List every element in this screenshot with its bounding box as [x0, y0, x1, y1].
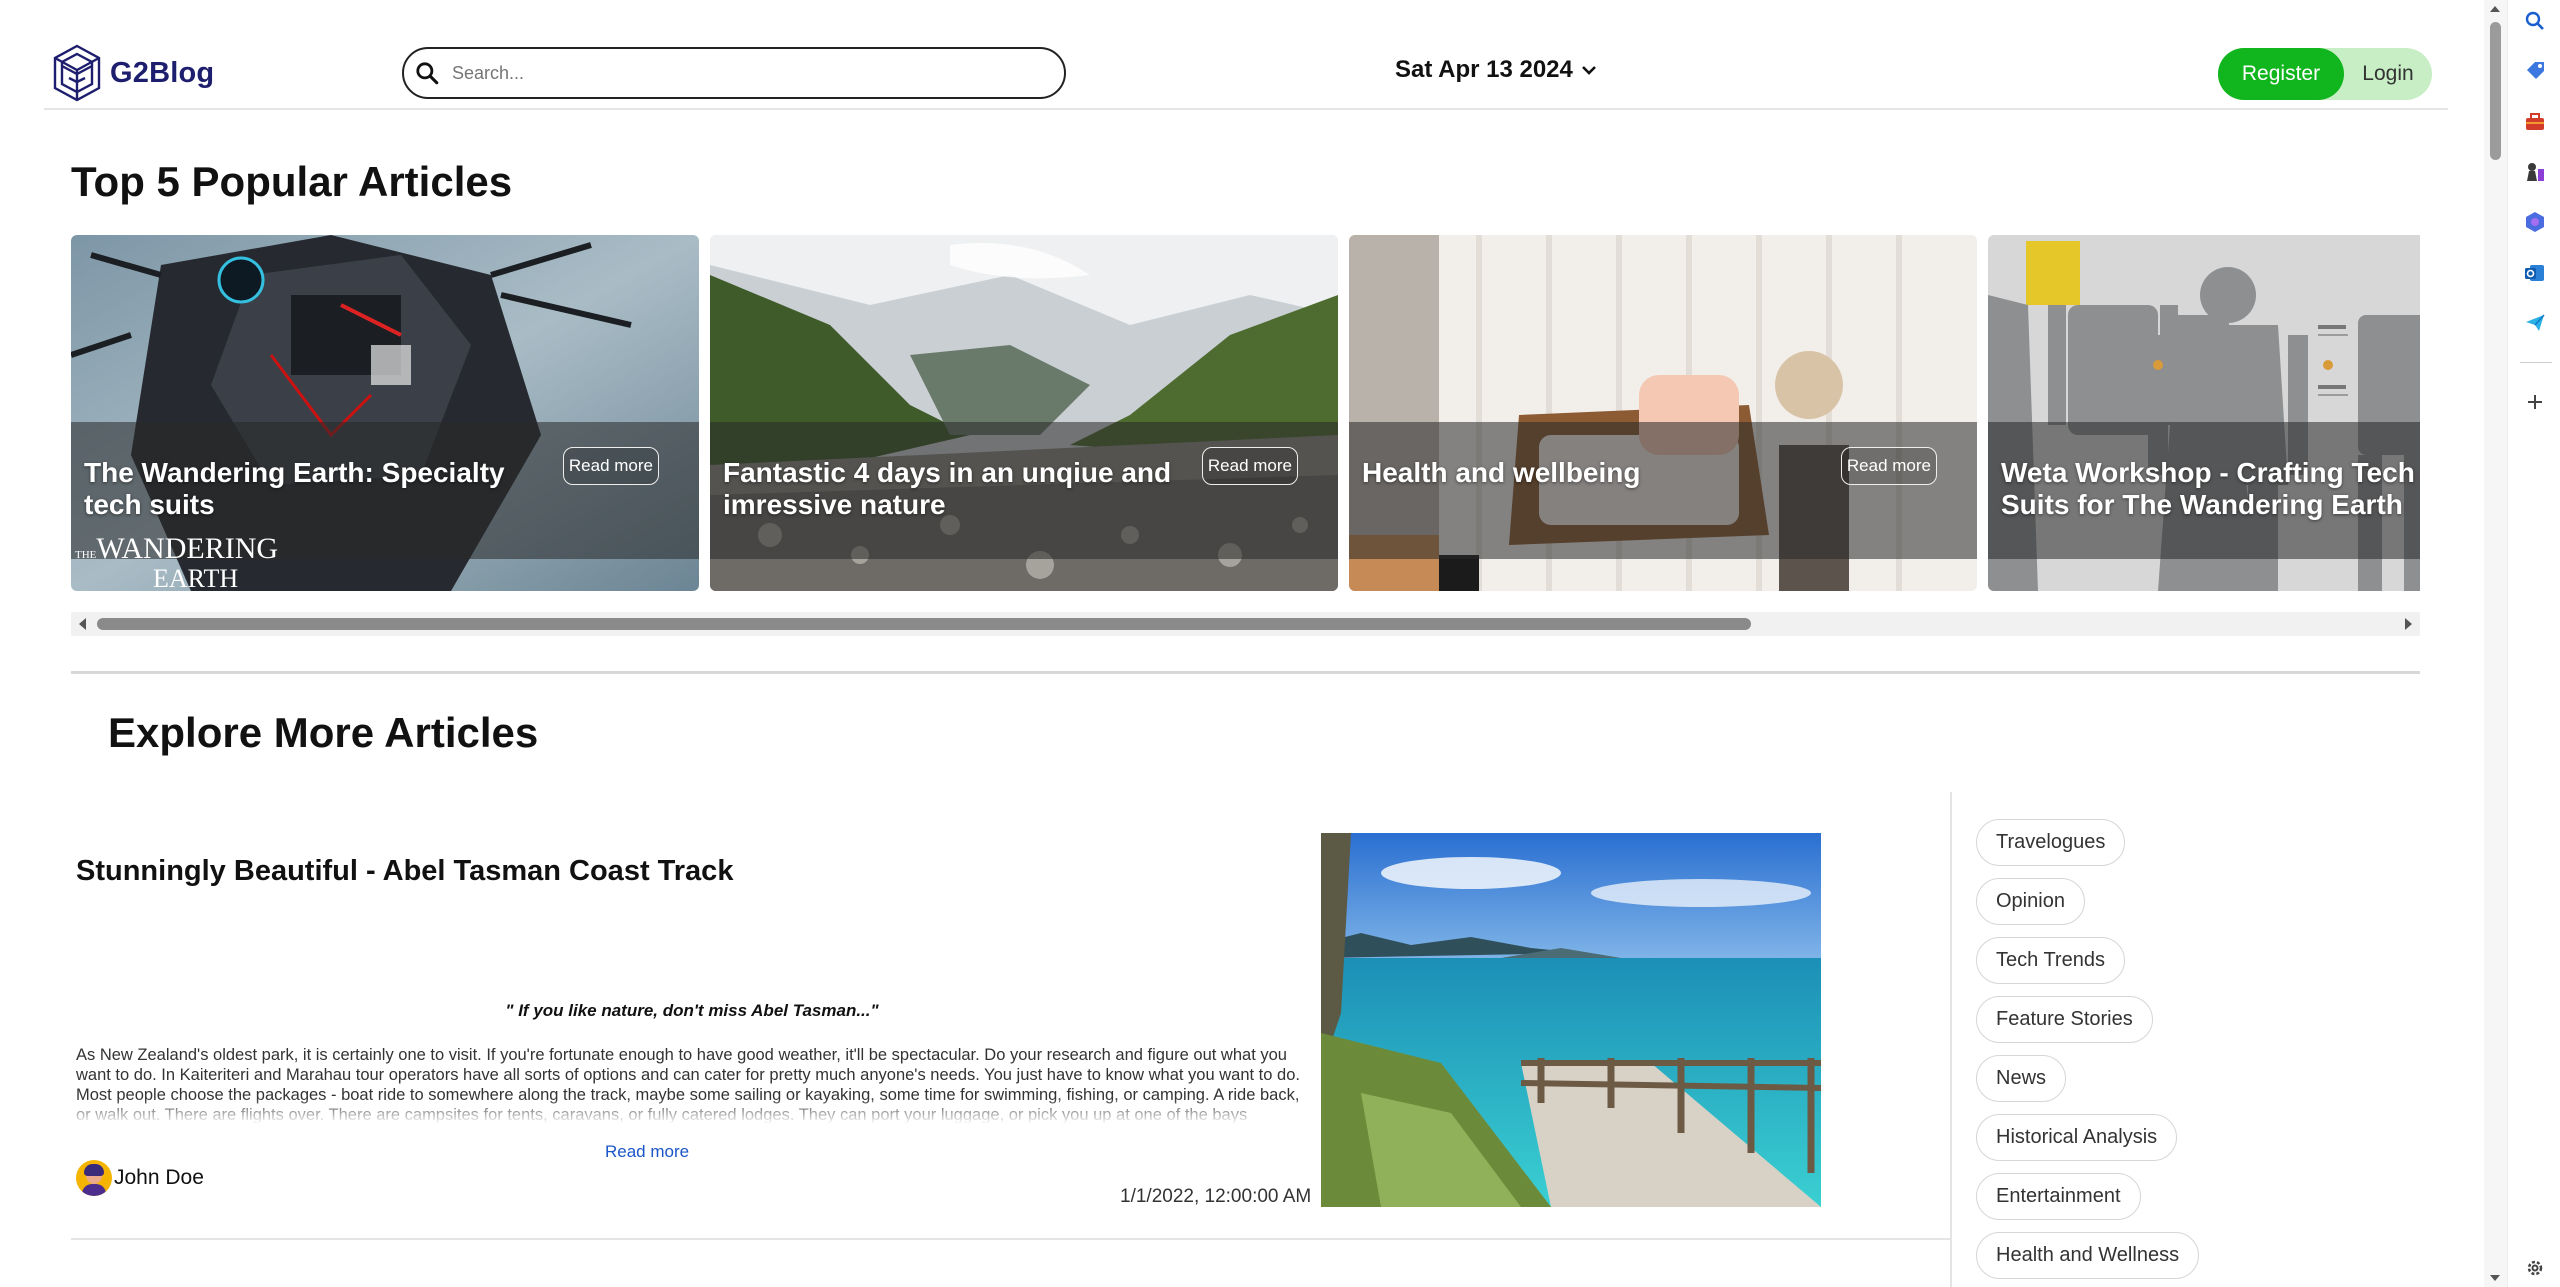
article-divider	[71, 1238, 1951, 1240]
article-author[interactable]: John Doe	[76, 1160, 204, 1196]
sidebar-divider	[1950, 792, 1952, 1287]
read-more-button[interactable]: Read more	[562, 447, 659, 485]
site-header: G2Blog Sat Apr 13 2024 Register Login	[44, 0, 2448, 110]
outlook-icon[interactable]	[2524, 262, 2546, 284]
popular-card[interactable]: THEWANDERING EARTH The Wandering Earth: …	[71, 235, 699, 591]
chevron-down-icon	[1581, 66, 1596, 75]
plus-icon[interactable]	[2524, 391, 2546, 413]
category-chip[interactable]: Tech Trends	[1976, 937, 2125, 984]
scroll-left-arrow-icon[interactable]	[79, 618, 86, 630]
briefcase-icon[interactable]	[2524, 111, 2546, 133]
popular-carousel: THEWANDERING EARTH The Wandering Earth: …	[71, 235, 2420, 591]
date-text: Sat Apr 13 2024	[1395, 56, 1573, 83]
category-chip[interactable]: Travelogues	[1976, 819, 2126, 866]
popular-card[interactable]: Fantastic 4 days in an unqiue and imress…	[710, 235, 1338, 591]
section-divider	[71, 671, 2420, 674]
auth-buttons: Register Login	[2218, 48, 2432, 100]
date-selector[interactable]: Sat Apr 13 2024	[1395, 56, 1599, 84]
page-scroll-thumb[interactable]	[2490, 22, 2501, 160]
read-more-button[interactable]: Read more	[1201, 447, 1298, 485]
category-chip[interactable]: Feature Stories	[1976, 996, 2153, 1043]
brand-logo[interactable]: G2Blog	[52, 44, 214, 102]
card-overlay	[1349, 422, 1977, 559]
search-icon[interactable]	[2524, 10, 2546, 32]
wandering-earth-logo: THEWANDERING EARTH	[75, 532, 279, 592]
card-title: Weta Workshop - Crafting Tech Suits for …	[2001, 457, 2415, 520]
category-chip[interactable]: Entertainment	[1976, 1173, 2141, 1220]
rail-separator	[2520, 362, 2552, 363]
card-title: Health and wellbeing	[1362, 457, 1641, 488]
category-chip[interactable]: Historical Analysis	[1976, 1114, 2178, 1161]
tag-icon[interactable]	[2524, 60, 2546, 82]
page-scrollbar[interactable]	[2484, 0, 2507, 1287]
read-more-link[interactable]: Read more	[605, 1142, 689, 1162]
category-chip[interactable]: News	[1976, 1055, 2067, 1102]
scroll-up-arrow-icon[interactable]	[2490, 6, 2500, 12]
category-chip[interactable]: Opinion	[1976, 878, 2085, 925]
excerpt-fade	[76, 1098, 1308, 1124]
copilot-icon[interactable]	[2524, 211, 2546, 233]
popular-section-title: Top 5 Popular Articles	[71, 158, 513, 205]
card-title: The Wandering Earth: Specialty tech suit…	[84, 457, 505, 520]
register-button[interactable]: Register	[2218, 48, 2344, 100]
explore-section-title: Explore More Articles	[108, 709, 539, 756]
chess-icon[interactable]	[2524, 161, 2546, 183]
gear-icon[interactable]	[2524, 1257, 2546, 1279]
article-quote: " If you like nature, don't miss Abel Ta…	[505, 1001, 879, 1020]
search-input[interactable]	[450, 61, 1010, 85]
search-bar[interactable]	[402, 47, 1066, 99]
scroll-right-arrow-icon[interactable]	[2405, 618, 2412, 630]
scroll-thumb[interactable]	[97, 618, 1751, 630]
article-image-coast-track[interactable]	[1321, 833, 1821, 1207]
category-list: Travelogues Opinion Tech Trends Feature …	[1976, 819, 2200, 1279]
category-chip[interactable]: Health and Wellness	[1976, 1232, 2200, 1279]
popular-card[interactable]: Health and wellbeing Read more	[1349, 235, 1977, 591]
carousel-scrollbar[interactable]	[71, 612, 2420, 636]
popular-card[interactable]: Weta Workshop - Crafting Tech Suits for …	[1988, 235, 2420, 591]
search-icon	[416, 62, 439, 85]
send-icon[interactable]	[2524, 312, 2546, 334]
login-button[interactable]: Login	[2344, 48, 2432, 100]
scroll-down-arrow-icon[interactable]	[2490, 1275, 2500, 1281]
author-name: John Doe	[114, 1166, 204, 1189]
article-title[interactable]: Stunningly Beautiful - Abel Tasman Coast…	[76, 855, 733, 888]
avatar	[76, 1160, 112, 1196]
logo-cube-icon	[53, 44, 101, 102]
read-more-button[interactable]: Read more	[1840, 447, 1937, 485]
article-date: 1/1/2022, 12:00:00 AM	[1120, 1186, 1312, 1207]
card-title: Fantastic 4 days in an unqiue and imress…	[723, 457, 1172, 520]
browser-sidebar	[2507, 0, 2560, 1287]
brand-name: G2Blog	[110, 56, 215, 89]
